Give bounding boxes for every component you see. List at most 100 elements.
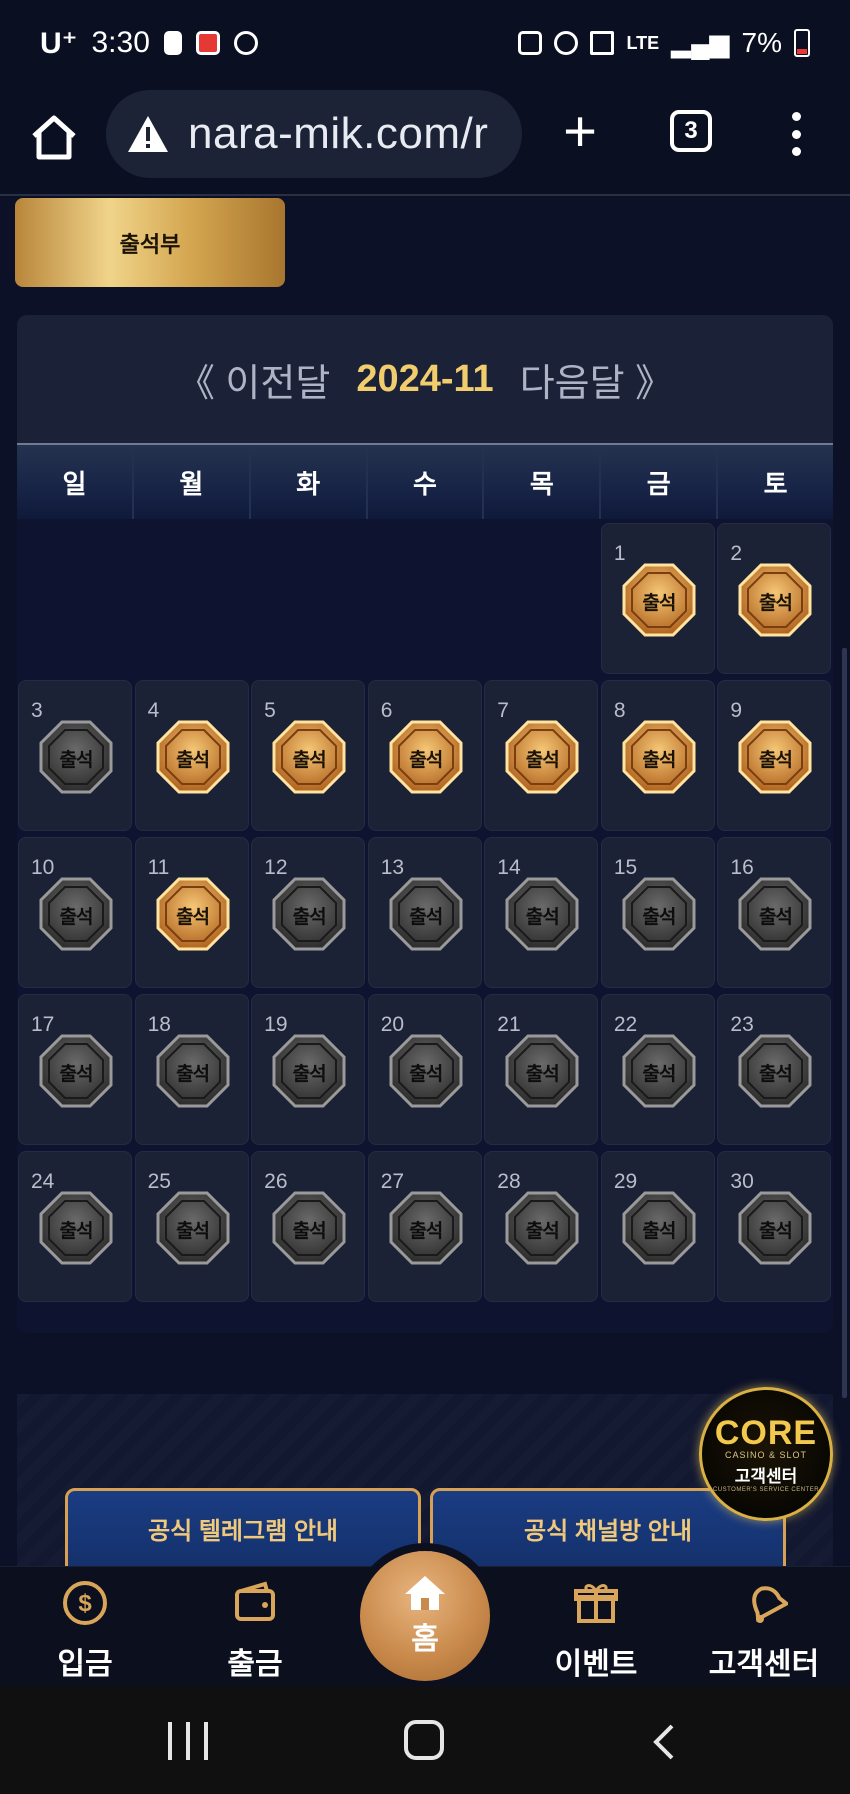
nav-event-label: 이벤트 xyxy=(554,1648,638,1681)
stamp-label: 출석 xyxy=(642,907,676,928)
calendar-day-cell[interactable]: 23 출석 xyxy=(717,994,832,1145)
customer-service-floating-button[interactable]: CORE CASINO & SLOT 고객센터 CUSTOMER'S SERVI… xyxy=(699,1387,833,1521)
system-home-icon[interactable] xyxy=(404,1720,444,1760)
recent-apps-icon[interactable] xyxy=(168,1722,208,1760)
prev-month-link[interactable]: 《 이전달 xyxy=(177,352,330,407)
calendar-day-cell[interactable]: 30 출석 xyxy=(717,1151,832,1302)
stamp-label: 출석 xyxy=(525,1221,560,1242)
attendance-stamp-gray-icon: 출석 xyxy=(155,1190,231,1266)
support-badge-title: 고객센터 xyxy=(734,1466,798,1486)
calendar-day-cell[interactable]: 16 출석 xyxy=(717,837,832,988)
attendance-stamp-gray-icon: 출석 xyxy=(504,1190,580,1266)
attendance-stamp-gray-icon: 출석 xyxy=(155,1033,231,1109)
nav-deposit[interactable]: $ 입금 xyxy=(15,1567,155,1687)
calendar-day-cell[interactable]: 13 출석 xyxy=(367,837,482,988)
url-text: nara-mik.com/r xyxy=(188,109,489,158)
attendance-stamp-gray-icon: 출석 xyxy=(271,1190,347,1266)
calendar-day-cell[interactable]: 28 출석 xyxy=(484,1151,599,1302)
alarm-icon xyxy=(554,31,579,55)
browser-home-icon[interactable] xyxy=(28,112,80,164)
calendar-day-cell[interactable]: 12 출석 xyxy=(251,837,366,988)
stamp-label: 출석 xyxy=(642,1221,676,1242)
calendar-day-cell[interactable]: 2 출석 xyxy=(717,523,832,674)
calendar-day-cell[interactable]: 9 출석 xyxy=(717,680,832,831)
attendance-stamp-gray-icon: 출석 xyxy=(38,876,114,952)
nav-home-button[interactable]: 홈 xyxy=(360,1551,490,1681)
attendance-stamp-gold-icon: 출석 xyxy=(388,719,464,795)
attendance-stamp-gray-icon: 출석 xyxy=(38,719,114,795)
scrollbar[interactable] xyxy=(842,648,847,1398)
nav-support[interactable]: 고객센터 xyxy=(694,1567,834,1687)
calendar-day-cell[interactable]: 11 출석 xyxy=(134,837,249,988)
stamp-label: 출석 xyxy=(59,1221,94,1242)
calendar-day-cell[interactable]: 20 출석 xyxy=(367,994,482,1145)
calendar-day-cell[interactable]: 3 출석 xyxy=(18,680,132,831)
calendar-day-cell[interactable]: 14 출석 xyxy=(484,837,599,988)
calendar-day-cell[interactable]: 19 출석 xyxy=(251,994,366,1145)
weekday-header: 금 xyxy=(601,445,719,519)
attendance-stamp-gray-icon: 출석 xyxy=(38,1190,114,1266)
calendar-day-cell[interactable]: 4 출석 xyxy=(134,680,249,831)
page-content: 출석부 《 이전달 2024-11 다음달 》 일월화수목금토 1 출석 2 출석 3 출… xyxy=(0,198,850,1568)
telegram-guide-button[interactable]: 공식 텔레그램 안내 xyxy=(65,1488,421,1568)
nav-withdraw[interactable]: 출금 xyxy=(185,1567,325,1687)
app-notify-icon xyxy=(518,31,543,55)
nav-event[interactable]: 이벤트 xyxy=(526,1567,666,1687)
stamp-label: 출석 xyxy=(176,1064,210,1085)
calendar-header: 《 이전달 2024-11 다음달 》 xyxy=(17,315,833,443)
tab-switcher-button[interactable]: 3 xyxy=(670,110,712,152)
calendar-day-cell[interactable]: 24 출석 xyxy=(18,1151,132,1302)
attendance-stamp-gray-icon: 출석 xyxy=(737,1190,813,1266)
calendar-day-cell[interactable]: 8 출석 xyxy=(600,680,715,831)
stamp-label: 출석 xyxy=(59,750,94,771)
attendance-stamp-gray-icon: 출석 xyxy=(737,876,813,952)
more-menu-icon[interactable] xyxy=(784,108,808,160)
attendance-stamp-gold-icon: 출석 xyxy=(155,876,231,952)
stamp-label: 출석 xyxy=(409,1064,443,1085)
stamp-label: 출석 xyxy=(758,593,793,614)
stamp-label: 출석 xyxy=(59,907,94,928)
attendance-stamp-gray-icon: 출석 xyxy=(504,876,580,952)
back-icon[interactable] xyxy=(648,1722,678,1762)
next-month-link[interactable]: 다음달 》 xyxy=(520,352,673,407)
signal-icon: ▂▄▆ xyxy=(671,27,730,58)
calendar-day-cell[interactable]: 25 출석 xyxy=(134,1151,249,1302)
calendar-day-cell[interactable]: 7 출석 xyxy=(484,680,599,831)
attendance-stamp-gray-icon: 출석 xyxy=(388,1190,464,1266)
wallet-icon xyxy=(235,1581,275,1621)
calendar-day-cell[interactable]: 27 출석 xyxy=(367,1151,482,1302)
support-badge-subtitle: CUSTOMER'S SERVICE CENTER xyxy=(712,1486,820,1493)
nav-home-label: 홈 xyxy=(411,1623,439,1656)
stamp-label: 출석 xyxy=(758,1064,793,1085)
calendar-day-cell[interactable]: 15 출석 xyxy=(600,837,715,988)
weekday-header-row: 일월화수목금토 xyxy=(17,443,834,519)
new-tab-plus-icon[interactable]: + xyxy=(556,103,604,164)
calendar-day-cell[interactable]: 10 출석 xyxy=(18,837,132,988)
calendar-day-cell[interactable]: 17 출석 xyxy=(18,994,132,1145)
attendance-stamp-gray-icon: 출석 xyxy=(38,1033,114,1109)
stamp-label: 출석 xyxy=(59,1064,94,1085)
warning-icon xyxy=(128,116,168,152)
weekday-header: 토 xyxy=(718,445,834,519)
stamp-label: 출석 xyxy=(409,1221,443,1242)
calendar-day-cell[interactable]: 22 출석 xyxy=(600,994,715,1145)
address-bar[interactable]: nara-mik.com/r xyxy=(106,90,522,178)
calendar-day-cell[interactable]: 21 출석 xyxy=(484,994,599,1145)
calendar-day-cell[interactable]: 1 출석 xyxy=(600,523,715,674)
bell-icon xyxy=(752,1586,788,1623)
calendar-day-cell[interactable]: 18 출석 xyxy=(134,994,249,1145)
attendance-stamp-gray-icon: 출석 xyxy=(271,876,347,952)
calendar-day-cell[interactable]: 6 출석 xyxy=(367,680,482,831)
carrier-label: U⁺ xyxy=(40,26,78,60)
weekday-header: 화 xyxy=(250,445,368,519)
stamp-label: 출석 xyxy=(292,1064,327,1085)
attendance-stamp-gold-icon: 출석 xyxy=(504,719,580,795)
weekday-header: 월 xyxy=(133,445,251,519)
calendar-day-cell[interactable]: 5 출석 xyxy=(251,680,366,831)
stamp-label: 출석 xyxy=(176,1221,210,1242)
attendance-tab[interactable]: 출석부 xyxy=(15,198,285,287)
calendar-day-cell[interactable]: 26 출석 xyxy=(251,1151,366,1302)
calendar-day-cell[interactable]: 29 출석 xyxy=(600,1151,715,1302)
stamp-label: 출석 xyxy=(525,907,560,928)
stamp-label: 출석 xyxy=(409,907,443,928)
